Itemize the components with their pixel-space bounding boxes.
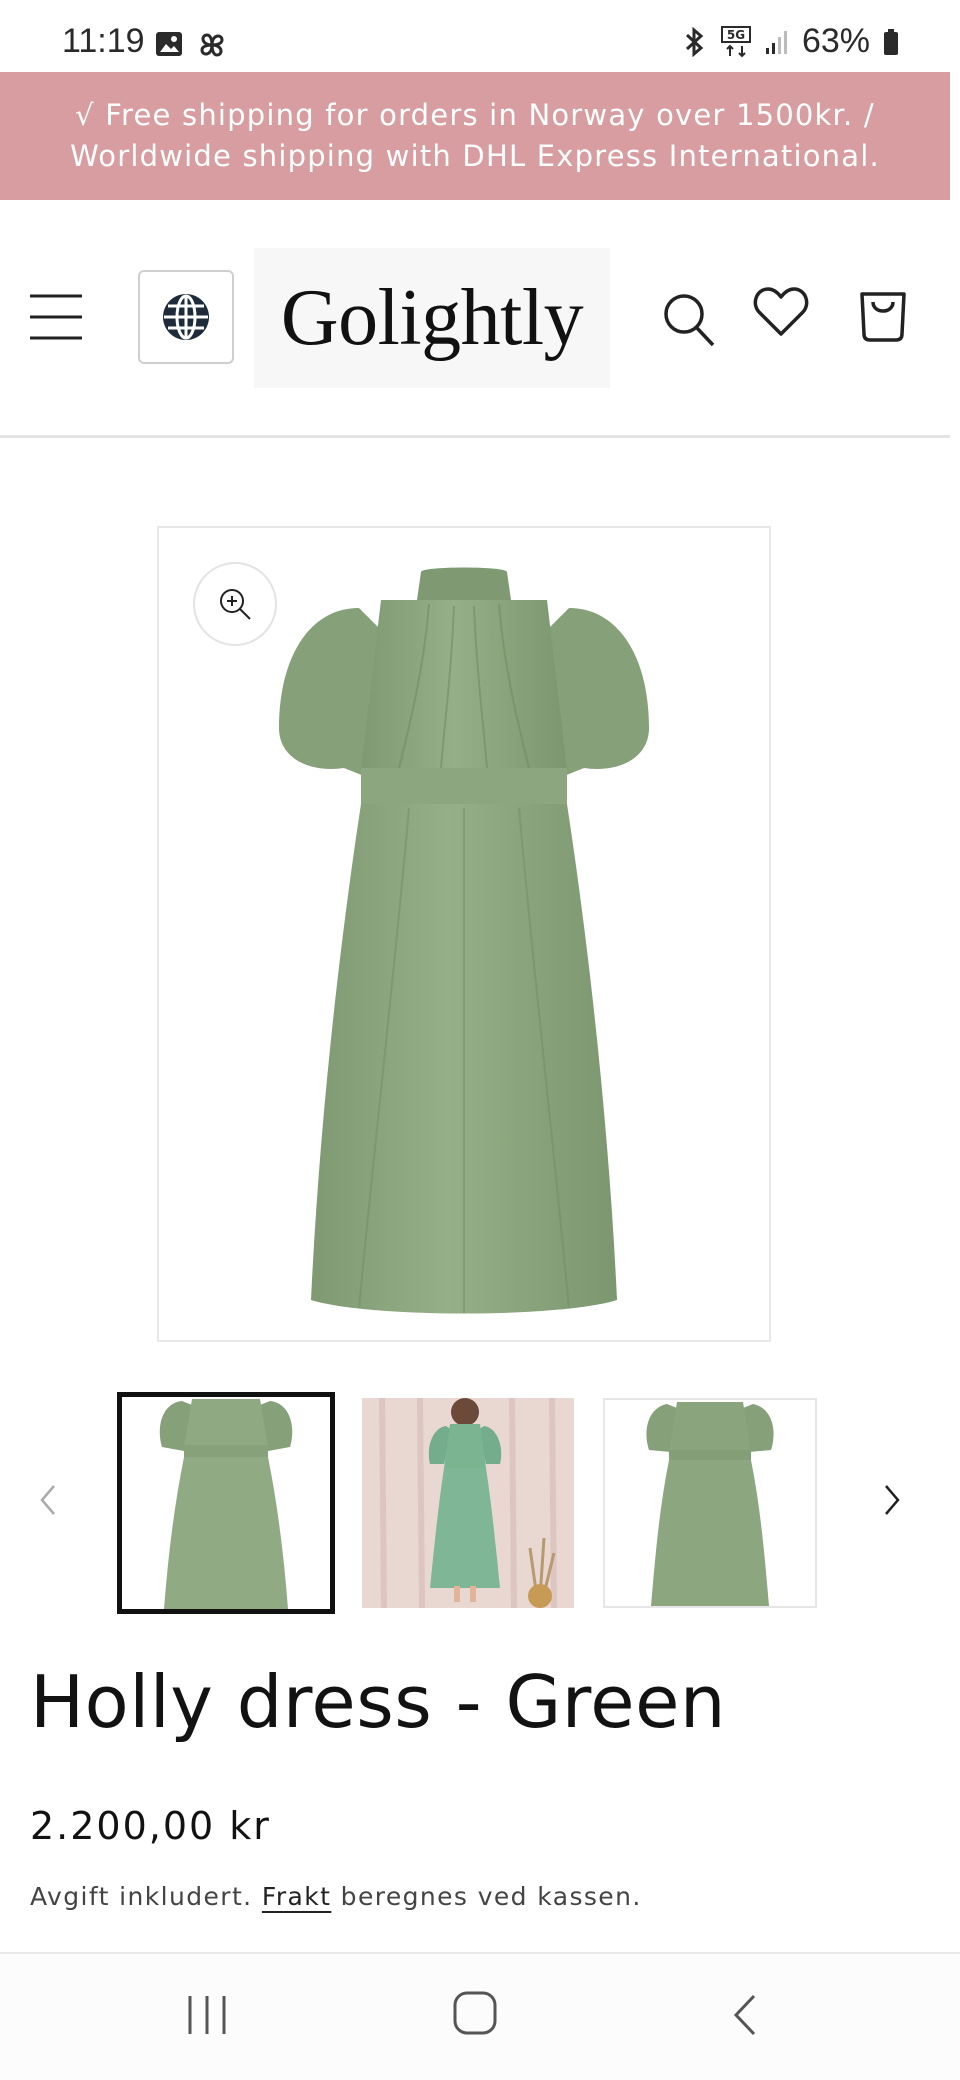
tax-suffix: beregnes ved kassen. bbox=[340, 1882, 642, 1911]
thumbnail-3[interactable] bbox=[603, 1398, 817, 1608]
home-icon[interactable] bbox=[452, 1990, 498, 2036]
announcement-line-2: Worldwide shipping with DHL Express Inte… bbox=[70, 139, 880, 173]
status-bar: 11:19 5G 63% bbox=[0, 0, 960, 72]
site-header: Golightly bbox=[0, 200, 950, 438]
pinwheel-icon bbox=[200, 33, 224, 57]
gallery-icon bbox=[156, 32, 182, 56]
thumbnail-carousel bbox=[0, 1392, 960, 1614]
product-main-image[interactable] bbox=[157, 526, 771, 1342]
menu-button[interactable] bbox=[28, 292, 84, 344]
cart-icon[interactable] bbox=[856, 284, 910, 344]
tax-prefix: Avgift inkludert. bbox=[30, 1882, 253, 1911]
back-icon[interactable] bbox=[730, 1992, 760, 2038]
thumbnail-1[interactable] bbox=[117, 1392, 335, 1614]
logo-link[interactable]: Golightly bbox=[254, 248, 610, 388]
svg-text:5G: 5G bbox=[727, 28, 745, 42]
system-nav-bar bbox=[0, 1952, 960, 2080]
chevron-right-icon[interactable] bbox=[880, 1480, 904, 1520]
status-time: 11:19 bbox=[62, 22, 145, 60]
tax-shipping-note: Avgift inkludert. Frakt beregnes ved kas… bbox=[30, 1882, 642, 1911]
product-title: Holly dress - Green bbox=[30, 1660, 727, 1744]
product-price: 2.200,00 kr bbox=[30, 1804, 271, 1848]
heart-icon[interactable] bbox=[752, 286, 810, 338]
signal-icon bbox=[765, 30, 787, 54]
recent-apps-icon[interactable] bbox=[186, 1992, 228, 2038]
thumbnail-2[interactable] bbox=[362, 1398, 574, 1608]
dress-back-thumbnail bbox=[646, 1402, 774, 1606]
battery-percent: 63% bbox=[801, 22, 870, 60]
announcement-bar: √ Free shipping for orders in Norway ove… bbox=[0, 72, 950, 200]
network-5g-icon: 5G bbox=[720, 25, 751, 57]
battery-icon bbox=[884, 28, 898, 55]
status-right: 5G 63% bbox=[682, 22, 900, 61]
search-icon[interactable] bbox=[662, 292, 716, 348]
announcement-line-1: √ Free shipping for orders in Norway ove… bbox=[75, 98, 875, 132]
globe-icon bbox=[163, 294, 209, 340]
bluetooth-icon bbox=[685, 26, 704, 57]
menu-icon bbox=[30, 294, 82, 340]
logo-text: Golightly bbox=[280, 273, 584, 362]
shipping-link[interactable]: Frakt bbox=[262, 1882, 331, 1911]
dress-image bbox=[279, 567, 649, 1314]
chevron-left-icon[interactable] bbox=[36, 1480, 60, 1520]
model-photo-thumbnail bbox=[362, 1398, 574, 1608]
status-left-icons bbox=[154, 30, 228, 60]
country-selector-button[interactable] bbox=[138, 270, 234, 364]
dress-thumbnail bbox=[159, 1399, 293, 1609]
